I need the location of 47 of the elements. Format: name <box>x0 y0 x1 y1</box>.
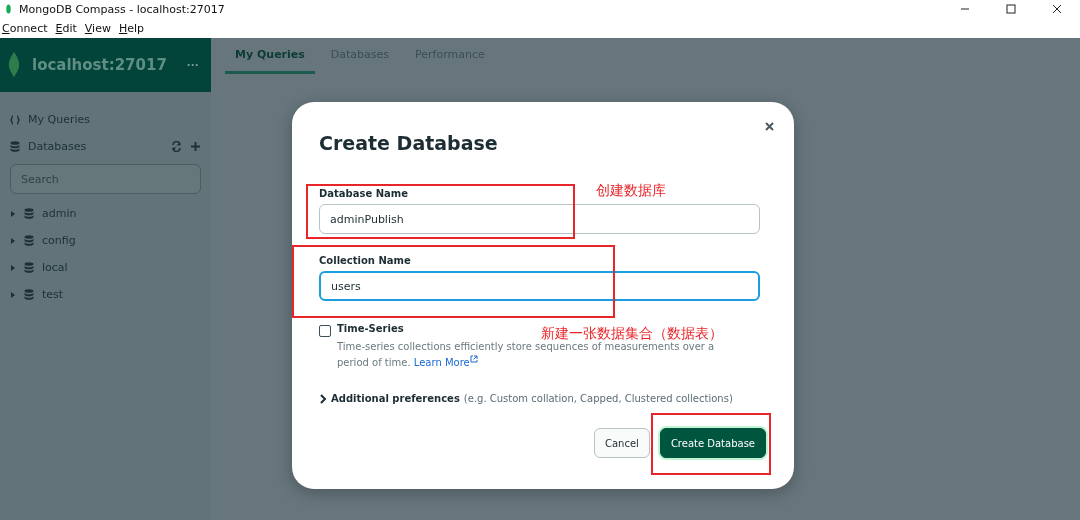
database-icon <box>24 235 34 246</box>
text-field[interactable]: adminPublish <box>319 204 760 234</box>
database-name: local <box>42 261 69 274</box>
text-field[interactable]: users <box>319 271 760 301</box>
database-item[interactable]: admin <box>0 200 211 227</box>
database-icon <box>24 208 34 219</box>
chevron-icon[interactable] <box>319 393 327 404</box>
database-item[interactable]: test <box>0 281 211 308</box>
databases-label: Databases <box>28 140 88 153</box>
external-link-icon <box>469 355 478 363</box>
refresh-button[interactable] <box>171 141 182 152</box>
field-label: Collection Name <box>319 255 411 266</box>
description-text: Time-series collections efficiently store sequences of measurements over a period of time. Learn More <box>337 341 716 370</box>
create-button[interactable]: Create Database <box>659 428 766 458</box>
braces-icon <box>10 114 20 125</box>
learn-more-link[interactable]: Learn More <box>413 357 478 368</box>
window-title: MongoDB Compass - localhost:27017 <box>19 2 226 16</box>
menu-item[interactable]: View <box>84 21 111 35</box>
database-icon <box>24 289 34 300</box>
menu-item[interactable]: Help <box>118 21 145 35</box>
database-name: config <box>42 234 77 247</box>
my-queries-link[interactable]: My Queries <box>28 113 201 126</box>
annotation-text: 新建一张数据集合（数据表） <box>541 325 723 341</box>
menu-item[interactable]: Connect <box>2 21 48 35</box>
hint-text: (e.g. Custom collation, Capped, Clustered collections) <box>463 393 733 404</box>
database-item[interactable]: local <box>0 254 211 281</box>
database-item[interactable]: config <box>0 227 211 254</box>
database-icon <box>10 141 20 152</box>
database-icon <box>24 262 34 273</box>
checkbox[interactable] <box>319 325 331 337</box>
field-label: Database Name <box>319 188 409 199</box>
database-name: test <box>42 288 65 301</box>
dialog-title: Create Database <box>319 132 499 154</box>
cancel-button[interactable]: Cancel <box>594 428 650 458</box>
maximize-icon <box>1006 4 1016 14</box>
connection-name: localhost:27017 <box>32 56 168 74</box>
close-icon <box>1052 4 1062 14</box>
additional-preferences-toggle[interactable]: Additional preferences <box>331 393 460 404</box>
menu-item[interactable]: Edit <box>55 21 77 35</box>
close-button[interactable] <box>765 122 774 131</box>
checkbox-label: Time-Series <box>337 323 404 334</box>
leaf-icon <box>6 4 11 14</box>
annotation-text: 创建数据库 <box>596 182 666 198</box>
add-button[interactable] <box>190 141 201 152</box>
leaf-icon <box>8 52 20 78</box>
more-button[interactable]: ··· <box>187 58 199 72</box>
database-name: admin <box>42 207 78 220</box>
